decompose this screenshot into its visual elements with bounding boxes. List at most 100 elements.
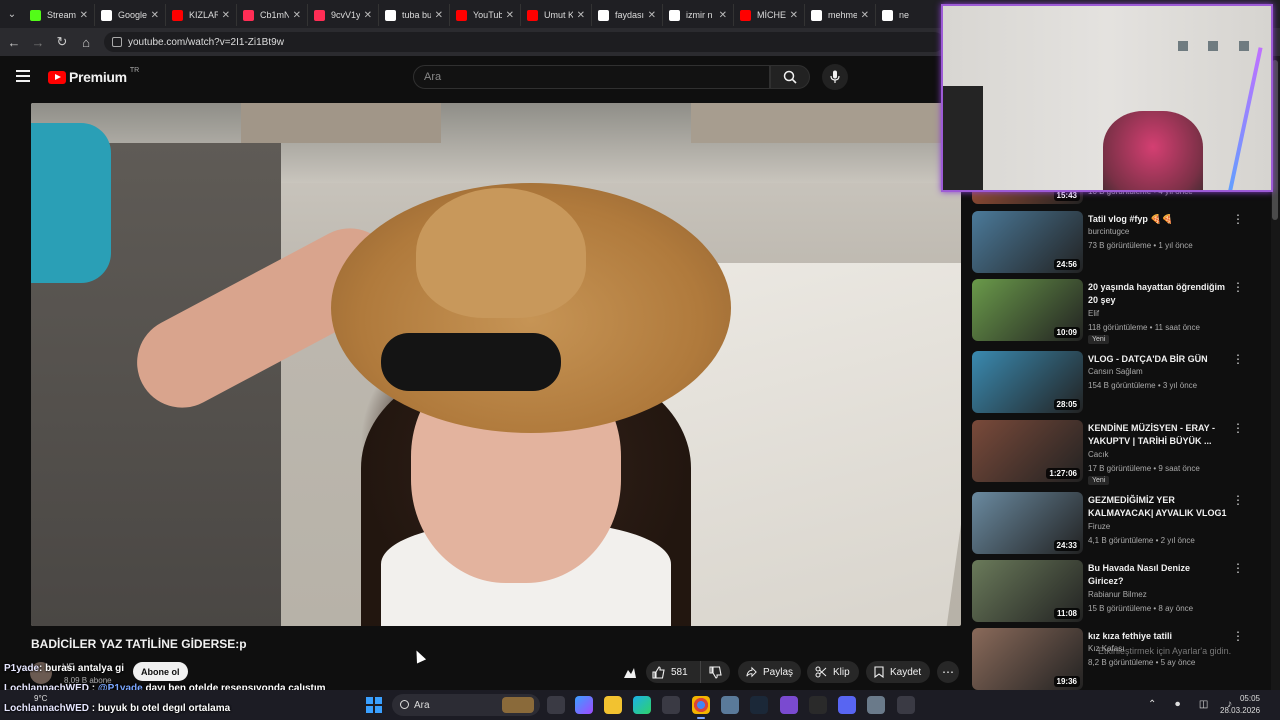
home-icon[interactable]: ⌂ (74, 30, 98, 54)
settings-app-icon[interactable] (721, 696, 739, 714)
close-tab-icon[interactable]: ✕ (364, 10, 372, 21)
browser-tab[interactable]: tuba bu ✕ (379, 4, 450, 26)
clock-date[interactable]: 28.03.2026 (1220, 706, 1260, 715)
voice-search-button[interactable] (822, 64, 848, 90)
browser-tab[interactable]: ne (876, 4, 947, 26)
back-arrow-icon[interactable]: ← (2, 30, 26, 54)
more-options-icon[interactable]: ⋮ (1232, 630, 1244, 644)
clip-button[interactable]: Klip (807, 661, 859, 683)
browser-tab[interactable]: YouTub ✕ (450, 4, 521, 26)
close-tab-icon[interactable]: ✕ (648, 10, 656, 21)
video-thumbnail[interactable]: 10:09 (972, 279, 1083, 341)
more-options-icon[interactable]: ⋮ (1232, 213, 1244, 227)
youtube-premium-logo[interactable]: Premium TR (48, 67, 139, 85)
recommended-video[interactable]: 24:33 GEZMEDİĞİMİZ YER KALMAYACAK| AYVALI… (970, 492, 1270, 556)
taskbar-search[interactable]: Ara (392, 694, 540, 716)
recommended-video[interactable]: 28:05 VLOG - DATÇA'DA BİR GÜN Cansın Sağla… (970, 351, 1270, 415)
recommended-video-channel[interactable]: burcintugce (1088, 227, 1129, 236)
tab-search-chevron-icon[interactable]: ⌄ (0, 0, 24, 28)
subscribe-button[interactable]: Abone ol (133, 662, 188, 681)
more-options-icon[interactable]: ⋮ (1232, 494, 1244, 508)
close-tab-icon[interactable]: ✕ (435, 10, 443, 21)
clock-time[interactable]: 05:05 (1220, 694, 1260, 703)
video-thumbnail[interactable]: 24:56 (972, 211, 1083, 273)
obs-icon[interactable] (897, 696, 915, 714)
close-tab-icon[interactable]: ✕ (577, 10, 585, 21)
browser-tab[interactable]: Umut K ✕ (521, 4, 592, 26)
recommended-video[interactable]: 24:56 Tatil vlog #fyp 🍕🍕 burcintugce 73 B g… (970, 211, 1270, 275)
video-thumbnail[interactable]: 11:08 (972, 560, 1083, 622)
more-options-icon[interactable]: ⋮ (1232, 353, 1244, 367)
recommended-video[interactable]: 19:36 kız kıza fethiye tatili Kız Kafası 8,… (970, 628, 1270, 692)
steam-icon[interactable] (750, 696, 768, 714)
close-tab-icon[interactable]: ✕ (719, 10, 727, 21)
discord-icon[interactable] (838, 696, 856, 714)
recommended-video[interactable]: 1:27:06 KENDİNE MÜZİSYEN - ERAY - YAKUPTV… (970, 420, 1270, 485)
close-tab-icon[interactable]: ✕ (790, 10, 798, 21)
recommended-video-channel[interactable]: Rabianur Bilmez (1088, 590, 1147, 599)
recommended-video-channel[interactable]: Cansın Sağlam (1088, 367, 1143, 376)
search-button[interactable] (770, 65, 810, 89)
edge-icon[interactable] (633, 696, 651, 714)
media-app-icon[interactable] (809, 696, 827, 714)
video-thumbnail[interactable]: 19:36 (972, 628, 1083, 690)
address-bar[interactable]: youtube.com/watch?v=2I1-Zi1Bt9w (104, 32, 944, 52)
browser-tab[interactable]: Google ✕ (95, 4, 166, 26)
recommended-video[interactable]: 10:09 20 yaşında hayattan öğrendiğim 20 ş… (970, 279, 1270, 344)
windows-start-icon[interactable] (366, 697, 382, 713)
search-input[interactable] (424, 71, 769, 83)
recommended-video-channel[interactable]: Cacık (1088, 450, 1108, 459)
recommended-video-channel[interactable]: Firuze (1088, 522, 1110, 531)
browser-tab[interactable]: KIZLAR ✕ (166, 4, 237, 26)
file-explorer-icon[interactable] (604, 696, 622, 714)
reload-icon[interactable]: ↻ (50, 30, 74, 54)
recommended-video-channel[interactable]: Elif (1088, 309, 1099, 318)
widgets-icon[interactable] (575, 696, 593, 714)
browser-tab[interactable]: 9cvV1y ✕ (308, 4, 379, 26)
more-actions-icon[interactable]: ⋯ (937, 661, 959, 683)
hype-button[interactable] (620, 663, 640, 683)
site-info-icon[interactable] (112, 37, 122, 47)
browser-tab-label: tuba bu (402, 10, 431, 20)
browser-tab[interactable]: izmir n ✕ (663, 4, 734, 26)
close-tab-icon[interactable]: ✕ (861, 10, 869, 21)
hamburger-menu-icon[interactable] (16, 70, 30, 82)
more-options-icon[interactable]: ⋮ (1232, 281, 1244, 295)
forward-arrow-icon[interactable]: → (26, 30, 50, 54)
video-thumbnail[interactable]: 24:33 (972, 492, 1083, 554)
gear-app-icon[interactable] (867, 696, 885, 714)
browser-tab[interactable]: Stream ✕ (24, 4, 95, 26)
close-tab-icon[interactable]: ✕ (80, 10, 88, 21)
recommended-video-title[interactable]: 20 yaşında hayattan öğrendiğim 20 şey (1088, 281, 1228, 307)
weather-widget[interactable]: 9°C (34, 694, 47, 703)
close-tab-icon[interactable]: ✕ (222, 10, 230, 21)
recommended-video-title[interactable]: KENDİNE MÜZİSYEN - ERAY - YAKUPTV | TARİ… (1088, 422, 1228, 448)
dislike-button[interactable] (700, 661, 730, 683)
share-label: Paylaş (762, 666, 793, 678)
close-tab-icon[interactable]: ✕ (151, 10, 159, 21)
more-options-icon[interactable]: ⋮ (1232, 422, 1244, 436)
close-tab-icon[interactable]: ✕ (506, 10, 514, 21)
video-thumbnail[interactable]: 1:27:06 (972, 420, 1083, 482)
chrome-icon[interactable] (692, 696, 710, 719)
task-view-icon[interactable] (547, 696, 565, 714)
recommended-video-title[interactable]: Tatil vlog #fyp 🍕🍕 (1088, 213, 1228, 226)
close-tab-icon[interactable]: ✕ (293, 10, 301, 21)
save-button[interactable]: Kaydet (866, 661, 930, 683)
video-thumbnail[interactable]: 28:05 (972, 351, 1083, 413)
recommended-video[interactable]: 11:08 Bu Havada Nasıl Denize Giricez? Rabi… (970, 560, 1270, 624)
purple-app-icon[interactable] (780, 696, 798, 714)
store-icon[interactable] (662, 696, 680, 714)
browser-tab[interactable]: mehme ✕ (805, 4, 876, 26)
recommended-video-title[interactable]: GEZMEDİĞİMİZ YER KALMAYACAK| AYVALIK VLO… (1088, 494, 1228, 520)
more-options-icon[interactable]: ⋮ (1232, 562, 1244, 576)
recommended-video-title[interactable]: kız kıza fethiye tatili (1088, 630, 1228, 643)
browser-tab[interactable]: Cb1mN ✕ (237, 4, 308, 26)
share-button[interactable]: Paylaş (738, 661, 801, 683)
video-player[interactable] (31, 103, 961, 626)
browser-tab[interactable]: faydası ✕ (592, 4, 663, 26)
recommended-video-title[interactable]: VLOG - DATÇA'DA BİR GÜN (1088, 353, 1228, 366)
browser-tab[interactable]: MİCHE ✕ (734, 4, 805, 26)
recommended-video-title[interactable]: Bu Havada Nasıl Denize Giricez? (1088, 562, 1228, 588)
like-button[interactable]: 581 (646, 661, 698, 683)
